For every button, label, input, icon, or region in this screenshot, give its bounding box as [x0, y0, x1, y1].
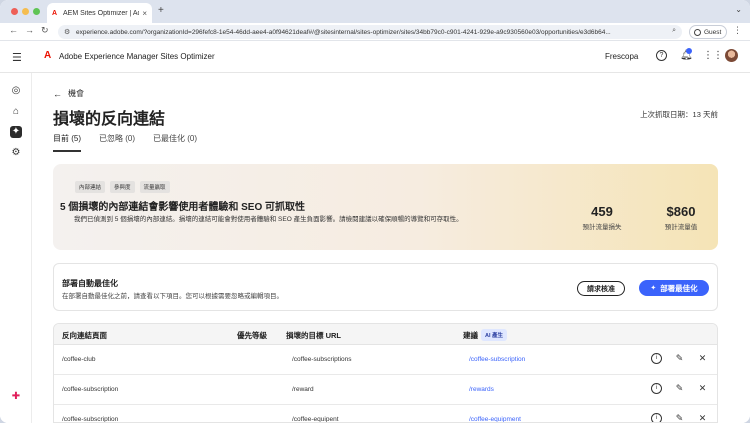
minimize-window-button[interactable] [22, 8, 29, 15]
metric-label: 預計流量值 [664, 224, 698, 231]
browser-window: A AEM Sites Optimizer | Adobe × + ⌄ ← → … [0, 0, 750, 423]
tab-optimized[interactable]: 已最佳化 (0) [153, 133, 197, 152]
tag-pill: 流量贏取 [139, 181, 170, 193]
browser-tab-bar: A AEM Sites Optimizer | Adobe × + ⌄ [0, 0, 750, 23]
maximize-window-button[interactable] [33, 8, 40, 15]
back-label: 機會 [68, 89, 84, 98]
page-cell: /coffee-subscription [62, 416, 119, 423]
settings-icon[interactable]: ⚙ [10, 147, 22, 159]
zoom-icon[interactable]: ⌕ [672, 27, 676, 35]
column-header-suggestion[interactable]: 建議 [463, 330, 478, 341]
url-input[interactable]: ⚙ experience.adobe.com/?organizationId=2… [58, 25, 682, 39]
more-vertical-icon[interactable]: ⋮ [733, 25, 742, 36]
sparkle-icon: ✦ [650, 285, 657, 292]
tag-pill: 參與度 [110, 181, 135, 193]
reload-icon[interactable]: ↻ [41, 25, 49, 36]
close-icon[interactable]: ✕ [697, 413, 708, 422]
arrow-left-icon: ← [53, 88, 62, 99]
browser-tab[interactable]: A AEM Sites Optimizer | Adobe × [47, 3, 152, 23]
page-title: 損壞的反向連結 [53, 111, 166, 128]
table-row: /coffee-subscription /reward /rewards i … [54, 375, 717, 405]
notification-badge [686, 48, 692, 54]
suggestion-link[interactable]: /coffee-equipment [469, 416, 521, 422]
new-tab-button[interactable]: + [158, 5, 164, 16]
status-tabs: 目前 (5) 已忽略 (0) 已最佳化 (0) [53, 133, 215, 152]
app-title: Adobe Experience Manager Sites Optimizer [59, 52, 215, 61]
tag-pill: 內部連結 [75, 181, 106, 193]
suggestion-link[interactable]: /rewards [469, 386, 494, 393]
summary-description: 我們已偵測到 5 個損壞的內部連結。損壞的連結可能會對使用者體驗和 SEO 產生… [74, 216, 463, 223]
tab-ignored[interactable]: 已忽略 (0) [99, 133, 135, 152]
close-window-button[interactable] [11, 8, 18, 15]
deploy-subtitle: 在部署自動最佳化之前，請查看以下項目。您可以根據需要忽略或編輯項目。 [62, 293, 283, 300]
chevron-down-icon[interactable]: ⌄ [735, 5, 742, 14]
table-row: /coffee-subscription /coffee-equipent /c… [54, 405, 717, 423]
broken-links-table: 反向連結頁面 優先等級 損壞的目標 URL 建議 AI 產生 /coffee-c… [53, 323, 718, 423]
adobe-favicon-icon: A [52, 9, 58, 17]
metric-label: 預計流量損失 [582, 224, 622, 231]
globe-icon[interactable]: ◎ [10, 85, 22, 97]
adobe-logo-icon: A [44, 50, 52, 61]
deploy-button-label: 部署最佳化 [660, 283, 698, 293]
column-header-page[interactable]: 反向連結頁面 [62, 330, 107, 341]
metric-value: 459 [591, 204, 613, 219]
traffic-loss-metric: 459 預計流量損失 [579, 204, 625, 231]
summary-title: 5 個損壞的內部連結會影響使用者體驗和 SEO 可抓取性 [60, 202, 306, 213]
request-approval-button[interactable]: 請求核准 [577, 281, 625, 296]
main-content: ← 機會 損壞的反向連結 上次抓取日期：13 天前 目前 (5) 已忽略 (0)… [32, 73, 750, 423]
last-fetch-date: 上次抓取日期：13 天前 [640, 110, 718, 119]
tag-list: 內部連結 參與度 流量贏取 [75, 181, 175, 193]
tab-close-icon[interactable]: × [142, 9, 147, 18]
target-cell: /coffee-equipent [292, 416, 339, 423]
deploy-optimization-button[interactable]: ✦ 部署最佳化 [639, 280, 709, 296]
home-icon[interactable]: ⌂ [10, 106, 22, 118]
ai-generated-badge: AI 產生 [481, 329, 508, 341]
profile-label: Guest [704, 28, 722, 36]
avatar[interactable] [725, 49, 738, 62]
deploy-card: 部署自動最佳化 在部署自動最佳化之前，請查看以下項目。您可以根據需要忽略或編輯項… [53, 263, 718, 311]
left-rail: ◎ ⌂ ✦ ⚙ ✚ [0, 73, 32, 423]
back-arrow-icon[interactable]: ← [9, 25, 18, 35]
column-header-priority[interactable]: 優先等級 [237, 330, 267, 341]
page-cell: /coffee-subscription [62, 386, 119, 393]
org-switcher[interactable]: Frescopa [605, 52, 638, 61]
opportunity-summary-card: 內部連結 參與度 流量贏取 5 個損壞的內部連結會影響使用者體驗和 SEO 可抓… [53, 164, 718, 250]
edit-icon[interactable]: ✎ [674, 383, 685, 394]
metric-value: $860 [666, 204, 696, 219]
site-info-icon[interactable]: ⚙ [64, 28, 70, 36]
close-icon[interactable]: ✕ [697, 353, 708, 364]
info-icon[interactable]: i [651, 383, 662, 394]
profile-button[interactable]: Guest [689, 25, 727, 39]
forward-arrow-icon[interactable]: → [25, 25, 34, 35]
page-cell: /coffee-club [62, 356, 96, 363]
info-icon[interactable]: i [651, 413, 662, 422]
person-icon [694, 28, 701, 36]
info-icon[interactable]: i [651, 353, 662, 364]
suggestion-link[interactable]: /coffee-subscription [469, 356, 525, 363]
help-icon[interactable]: ? [656, 50, 667, 61]
address-bar: ← → ↻ ⚙ experience.adobe.com/?organizati… [0, 23, 750, 41]
column-header-target[interactable]: 損壞的目標 URL [286, 330, 341, 341]
table-header: 反向連結頁面 優先等級 損壞的目標 URL 建議 AI 產生 [54, 324, 717, 345]
traffic-value-metric: $860 預計流量值 [656, 204, 706, 231]
table-row: /coffee-club /coffee-subscriptions /coff… [54, 345, 717, 375]
edit-icon[interactable]: ✎ [674, 353, 685, 364]
close-icon[interactable]: ✕ [697, 383, 708, 394]
hamburger-menu-icon[interactable]: ☰ [12, 51, 22, 64]
tab-current[interactable]: 目前 (5) [53, 133, 81, 152]
back-link[interactable]: ← 機會 [53, 88, 84, 99]
deploy-title: 部署自動最佳化 [62, 279, 118, 288]
target-cell: /reward [292, 386, 314, 393]
app-grid-icon[interactable]: ⋮⋮⋮ [703, 50, 733, 61]
url-text: experience.adobe.com/?organizationId=296… [76, 28, 611, 36]
slack-icon[interactable]: ✚ [10, 391, 22, 403]
target-cell: /coffee-subscriptions [292, 356, 352, 363]
app-header: ☰ A Adobe Experience Manager Sites Optim… [0, 41, 750, 73]
edit-icon[interactable]: ✎ [674, 413, 685, 422]
opportunities-icon[interactable]: ✦ [10, 126, 22, 138]
browser-tab-title: AEM Sites Optimizer | Adobe [63, 9, 139, 17]
